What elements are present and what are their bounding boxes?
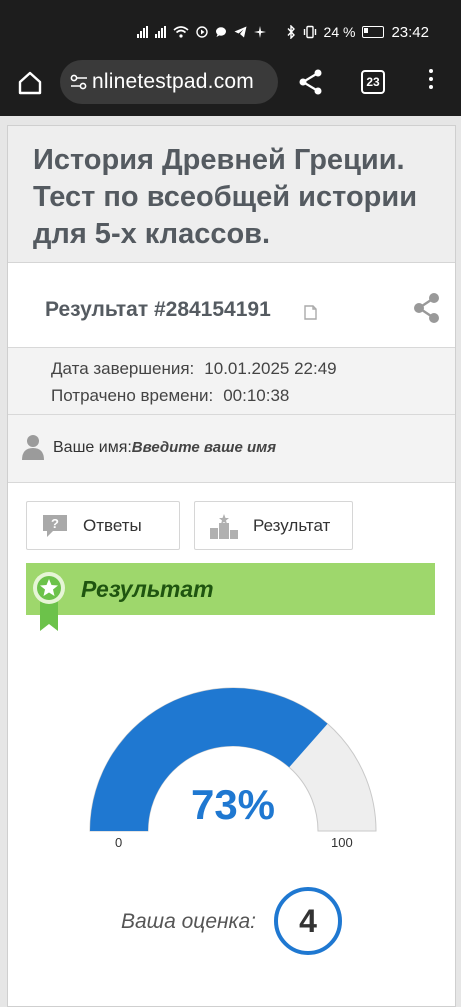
message-icon — [215, 27, 226, 37]
copy-icon[interactable] — [303, 303, 319, 321]
url-text: nlinetestpad.com — [92, 70, 254, 93]
vibrate-icon — [303, 25, 316, 39]
gauge-min-label: 0 — [115, 835, 123, 850]
battery-percent: 24 % — [323, 24, 356, 40]
bluetooth-icon — [287, 25, 295, 39]
cell-signal-2-icon — [154, 26, 166, 38]
grade-value: 4 — [299, 902, 317, 939]
name-label: Ваше имя:Введите ваше имя — [53, 439, 277, 456]
share-icon[interactable] — [296, 67, 326, 97]
clock: 23:42 — [391, 23, 429, 41]
enter-name-link[interactable]: Введите ваше имя — [132, 439, 276, 456]
award-badge-icon — [33, 572, 65, 631]
svg-text:?: ? — [51, 516, 59, 531]
result-header: Результат #284154191 — [8, 263, 455, 348]
grade-badge: 4 — [274, 887, 342, 955]
name-row: Ваше имя:Введите ваше имя — [8, 415, 455, 483]
completed-label: Дата завершения: — [51, 359, 195, 378]
answers-button[interactable]: ? Ответы — [26, 501, 180, 550]
test-title-block: История Древней Греции. Тест по всеобщей… — [8, 126, 455, 263]
status-bar: 24 % 23:42 — [0, 0, 461, 60]
gauge-max-label: 100 — [331, 835, 353, 850]
result-button[interactable]: Результат — [194, 501, 353, 550]
time-spent-value: 00:10:38 — [223, 386, 290, 405]
share-result-icon[interactable] — [412, 292, 442, 324]
user-icon — [22, 435, 44, 460]
banner-title: Результат — [81, 576, 214, 602]
result-banner: Результат — [26, 563, 435, 631]
site-settings-icon[interactable] — [68, 71, 90, 93]
cell-signal-icon — [136, 26, 148, 38]
podium-icon — [210, 513, 238, 539]
wifi-icon — [173, 26, 189, 38]
battery-icon — [362, 26, 385, 38]
result-button-label: Результат — [253, 515, 331, 535]
answers-button-label: Ответы — [83, 515, 142, 535]
completed-row: Дата завершения: 10.01.2025 22:49 — [51, 359, 337, 379]
page-title: История Древней Греции. Тест по всеобщей… — [33, 144, 418, 250]
result-number: Результат #284154191 — [45, 298, 271, 321]
play-icon — [195, 26, 208, 38]
score-gauge: 73% — [88, 681, 378, 861]
telegram-icon — [234, 26, 247, 38]
grade-label: Ваша оценка: — [121, 910, 256, 933]
test-result-card: История Древней Греции. Тест по всеобщей… — [7, 125, 456, 1007]
question-bubble-icon: ? — [43, 514, 67, 537]
time-spent-label: Потрачено времени: — [51, 386, 214, 405]
status-icons: 24 % 23:42 — [136, 22, 429, 42]
menu-icon[interactable] — [423, 69, 439, 95]
gauge-percent: 73% — [190, 781, 276, 828]
address-bar[interactable]: nlinetestpad.com — [60, 60, 278, 104]
completed-value: 10.01.2025 22:49 — [204, 359, 337, 378]
tab-count: 23 — [366, 75, 380, 89]
tabs-button[interactable]: 23 — [361, 70, 385, 94]
result-meta: Дата завершения: 10.01.2025 22:49 Потраче… — [8, 348, 455, 415]
sparkle-icon — [253, 26, 266, 38]
time-spent-row: Потрачено времени: 00:10:38 — [51, 386, 289, 406]
browser-toolbar: nlinetestpad.com 23 — [0, 60, 461, 116]
home-icon[interactable] — [16, 69, 44, 97]
